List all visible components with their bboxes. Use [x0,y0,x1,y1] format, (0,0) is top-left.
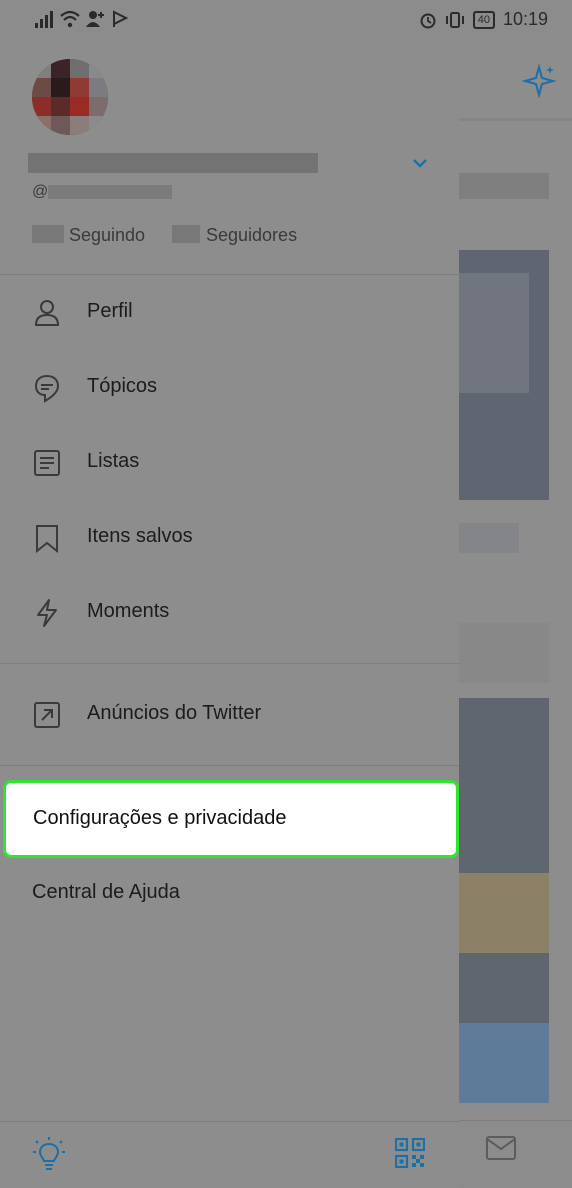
lightbulb-icon[interactable] [32,1136,66,1174]
mail-icon[interactable] [486,1136,516,1160]
battery-indicator: 40 [472,10,495,29]
menu-item-moments[interactable]: Moments [0,583,459,643]
menu-item-twitter-ads[interactable]: Anúncios do Twitter [0,685,459,745]
display-name-redacted [28,153,318,173]
divider [0,274,459,275]
menu-item-topics[interactable]: Tópicos [0,358,459,418]
following-count-redacted [32,225,64,243]
chevron-down-icon[interactable] [410,153,430,173]
menu-item-label: Perfil [87,300,133,322]
status-bar: 40 10:19 [0,0,572,43]
lists-icon [34,450,60,476]
menu-item-label: Moments [87,600,170,622]
settings-and-privacy-button[interactable]: Configurações e privacidade [3,780,459,858]
flag-icon [113,10,128,27]
menu-item-label: Anúncios do Twitter [87,702,262,724]
vibrate-icon [445,11,464,28]
menu-item-label: Listas [87,450,140,472]
menu-item-label: Itens salvos [87,525,193,547]
avatar[interactable] [32,59,108,135]
lightning-icon [37,599,57,627]
followers-count-redacted [172,225,200,243]
alarm-icon [420,13,436,28]
sparkle-icon[interactable] [522,64,556,98]
signal-icon [35,11,53,28]
menu-item-bookmarks[interactable]: Itens salvos [0,508,459,568]
divider [0,765,459,766]
drawer-footer [0,1121,459,1188]
qr-code-icon[interactable] [395,1138,425,1168]
followers-label[interactable]: Seguidores [206,225,297,246]
menu-item-label: Tópicos [87,375,158,397]
status-icons-right: 40 10:19 [419,9,548,30]
navigation-drawer: @ Seguindo Seguidores Perfil Tópicos Lis… [0,43,459,1187]
background-feed [459,43,572,1187]
settings-and-privacy-label: Configurações e privacidade [33,807,287,829]
following-label[interactable]: Seguindo [69,225,145,246]
menu-item-lists[interactable]: Listas [0,433,459,493]
bookmark-icon [36,525,58,553]
person-add-icon [86,11,104,27]
topics-icon [34,374,60,403]
divider [0,663,459,664]
handle-redacted [48,185,172,199]
external-arrow-icon [34,702,60,728]
wifi-icon [60,10,80,28]
clock: 10:19 [502,9,548,29]
status-icons-left [34,10,128,28]
help-center-link[interactable]: Central de Ajuda [32,881,180,904]
person-icon [34,300,60,326]
menu-item-profile[interactable]: Perfil [0,283,459,343]
handle-prefix: @ [32,183,49,200]
